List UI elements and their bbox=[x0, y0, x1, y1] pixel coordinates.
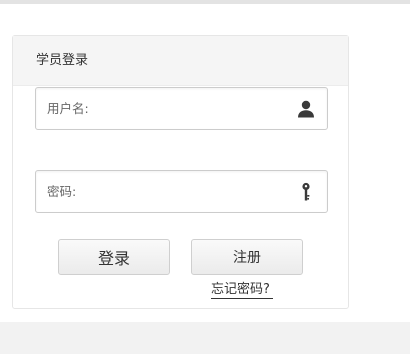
username-field[interactable] bbox=[35, 87, 328, 130]
login-button[interactable]: 登录 bbox=[58, 239, 170, 275]
bottom-band bbox=[0, 322, 410, 354]
register-button[interactable]: 注册 bbox=[191, 239, 303, 275]
login-panel: 学员登录 登录 注册 忘记密码? bbox=[12, 35, 349, 309]
user-icon bbox=[298, 100, 314, 118]
forgot-password-link[interactable]: 忘记密码? bbox=[211, 282, 273, 299]
top-strip bbox=[0, 0, 410, 4]
panel-header: 学员登录 bbox=[13, 36, 348, 86]
password-field[interactable] bbox=[35, 170, 328, 213]
username-input[interactable] bbox=[47, 88, 287, 129]
key-icon bbox=[302, 182, 310, 201]
panel-title: 学员登录 bbox=[36, 53, 89, 68]
password-input[interactable] bbox=[47, 171, 287, 212]
